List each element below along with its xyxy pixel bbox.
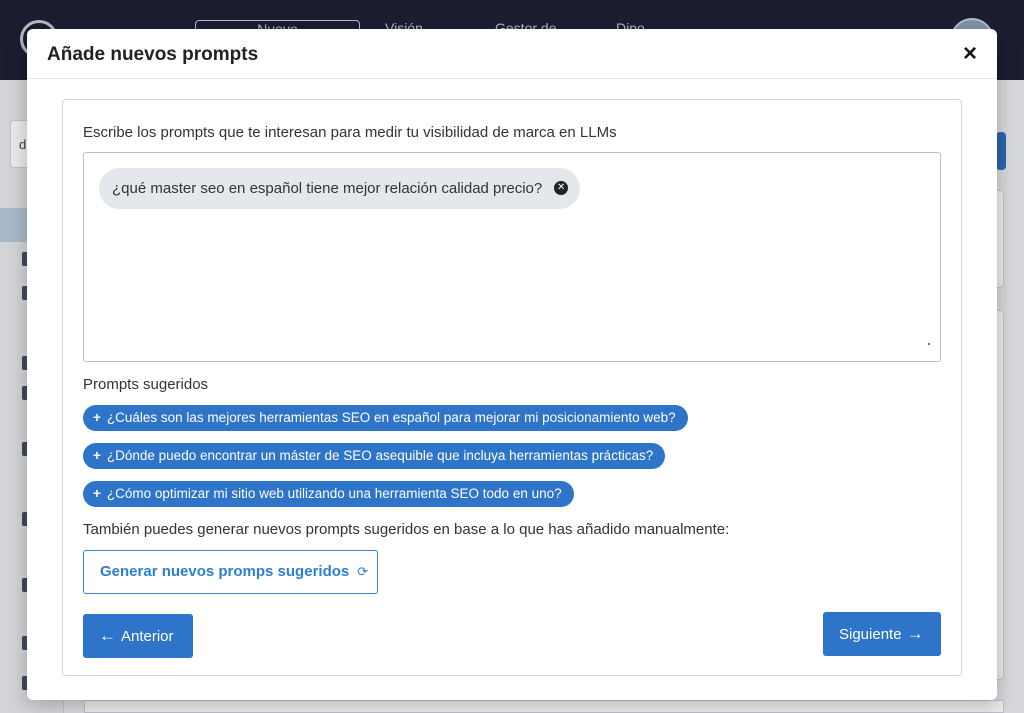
suggested-prompt-button[interactable]: + ¿Cuáles son las mejores herramientas SE… [83,405,688,431]
suggested-prompt-label: ¿Cuáles son las mejores herramientas SEO… [106,410,676,425]
suggested-prompt-button[interactable]: + ¿Dónde puedo encontrar un máster de SEO… [83,443,666,469]
plus-icon: + [93,410,101,425]
suggested-prompt-label: ¿Dónde puedo encontrar un máster de SEO … [106,448,654,463]
plus-icon: + [93,448,101,463]
next-button-label: Siguiente [839,626,902,643]
refresh-icon: ⟳ [357,564,369,579]
arrow-right-icon: → [906,624,924,643]
generate-suggestions-button[interactable]: Generar nuevos promps sugeridos ⟳ [83,550,378,594]
previous-button-label: Anterior [121,628,174,645]
suggested-prompt-button[interactable]: + ¿Cómo optimizar mi sitio web utilizando… [83,481,574,507]
resize-handle[interactable] [928,343,930,345]
prompt-chip-label: ¿qué master seo en español tiene mejor r… [112,180,543,197]
prompt-input-area[interactable]: ¿qué master seo en español tiene mejor r… [83,152,941,362]
suggested-prompt-label: ¿Cómo optimizar mi sitio web utilizando … [106,486,562,501]
suggested-prompts-label: Prompts sugeridos [83,376,209,393]
arrow-left-icon: ← [99,626,116,645]
plus-icon: + [93,486,101,501]
generate-button-label: Generar nuevos promps sugeridos [100,563,350,580]
modal-header: Añade nuevos prompts × [27,29,997,79]
prompt-chip: ¿qué master seo en español tiene mejor r… [99,168,581,209]
generate-hint-text: También puedes generar nuevos prompts su… [83,521,730,538]
add-prompts-modal: Añade nuevos prompts × Escribe los promp… [27,29,997,700]
close-icon[interactable]: × [959,42,981,66]
x-circle-icon[interactable]: ✕ [554,181,569,195]
next-button[interactable]: Siguiente → [823,612,941,656]
modal-title: Añade nuevos prompts [47,44,259,65]
previous-button[interactable]: ← Anterior [83,614,193,658]
instruction-text: Escribe los prompts que te interesan par… [83,124,617,141]
prompts-panel: Escribe los prompts que te interesan par… [62,99,962,676]
